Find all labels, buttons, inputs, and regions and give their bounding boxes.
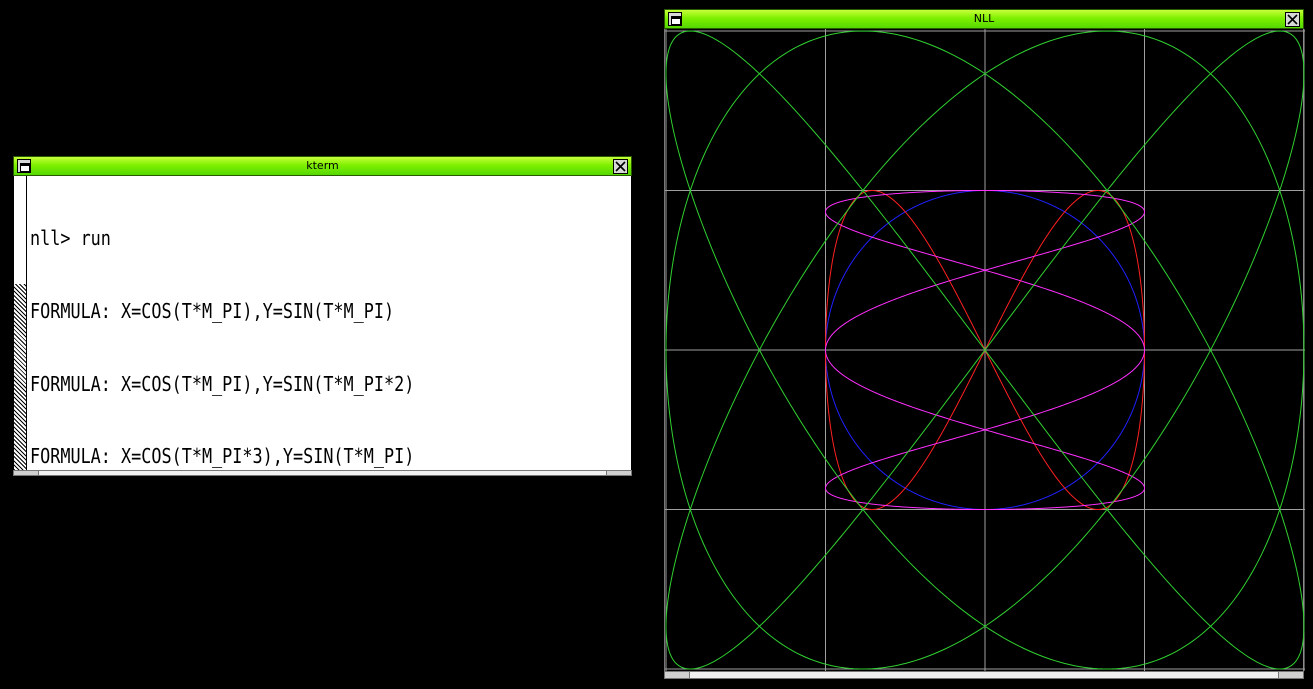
close-icon[interactable] (613, 159, 628, 174)
scrollbar-thumb[interactable] (14, 284, 26, 470)
scroll-right-cap[interactable] (606, 471, 631, 475)
terminal-line: FORMULA: X=COS(T*M_PI*3),Y=SIN(T*M_PI) (30, 444, 415, 469)
horizontal-scrollbar[interactable] (664, 671, 1304, 679)
scroll-right-cap[interactable] (1278, 672, 1303, 678)
kterm-title: kterm (306, 159, 339, 172)
kterm-titlebar[interactable]: kterm (13, 156, 632, 176)
plot-canvas[interactable] (664, 29, 1305, 671)
terminal-prompt-line[interactable]: FORMULA: (30, 589, 475, 613)
lissajous-plot (665, 29, 1305, 671)
kterm-window: kterm nll> run FORMULA: X=COS(T*M_PI),Y=… (13, 156, 632, 613)
scroll-left-cap[interactable] (14, 471, 39, 475)
terminal-line: FORMULA: X=COS(T*M_PI),Y=SIN(T*M_PI) (30, 299, 395, 323)
terminal-line: FORMULA: X=COS(T*M_PI),Y=SIN(T*M_PI*2) (30, 371, 415, 396)
text-cursor (122, 591, 132, 612)
terminal-area[interactable]: nll> run FORMULA: X=COS(T*M_PI),Y=SIN(T*… (13, 176, 632, 613)
prompt-text: FORMULA: (30, 589, 122, 614)
nll-title: NLL (973, 12, 995, 25)
nll-window: NLL (664, 9, 1305, 679)
scroll-left-cap[interactable] (665, 672, 690, 678)
nll-titlebar[interactable]: NLL (664, 9, 1304, 29)
horizontal-scrollbar[interactable] (13, 470, 632, 476)
terminal-output: nll> run FORMULA: X=COS(T*M_PI),Y=SIN(T*… (30, 178, 475, 662)
vertical-scrollbar[interactable] (14, 176, 27, 470)
close-icon[interactable] (1285, 12, 1300, 27)
terminal-line: nll> run (30, 226, 111, 251)
terminal-line: FORMULA: X=COS(T*M_PI*3)*2,Y=SIN(T*M_PI*… (30, 516, 476, 541)
